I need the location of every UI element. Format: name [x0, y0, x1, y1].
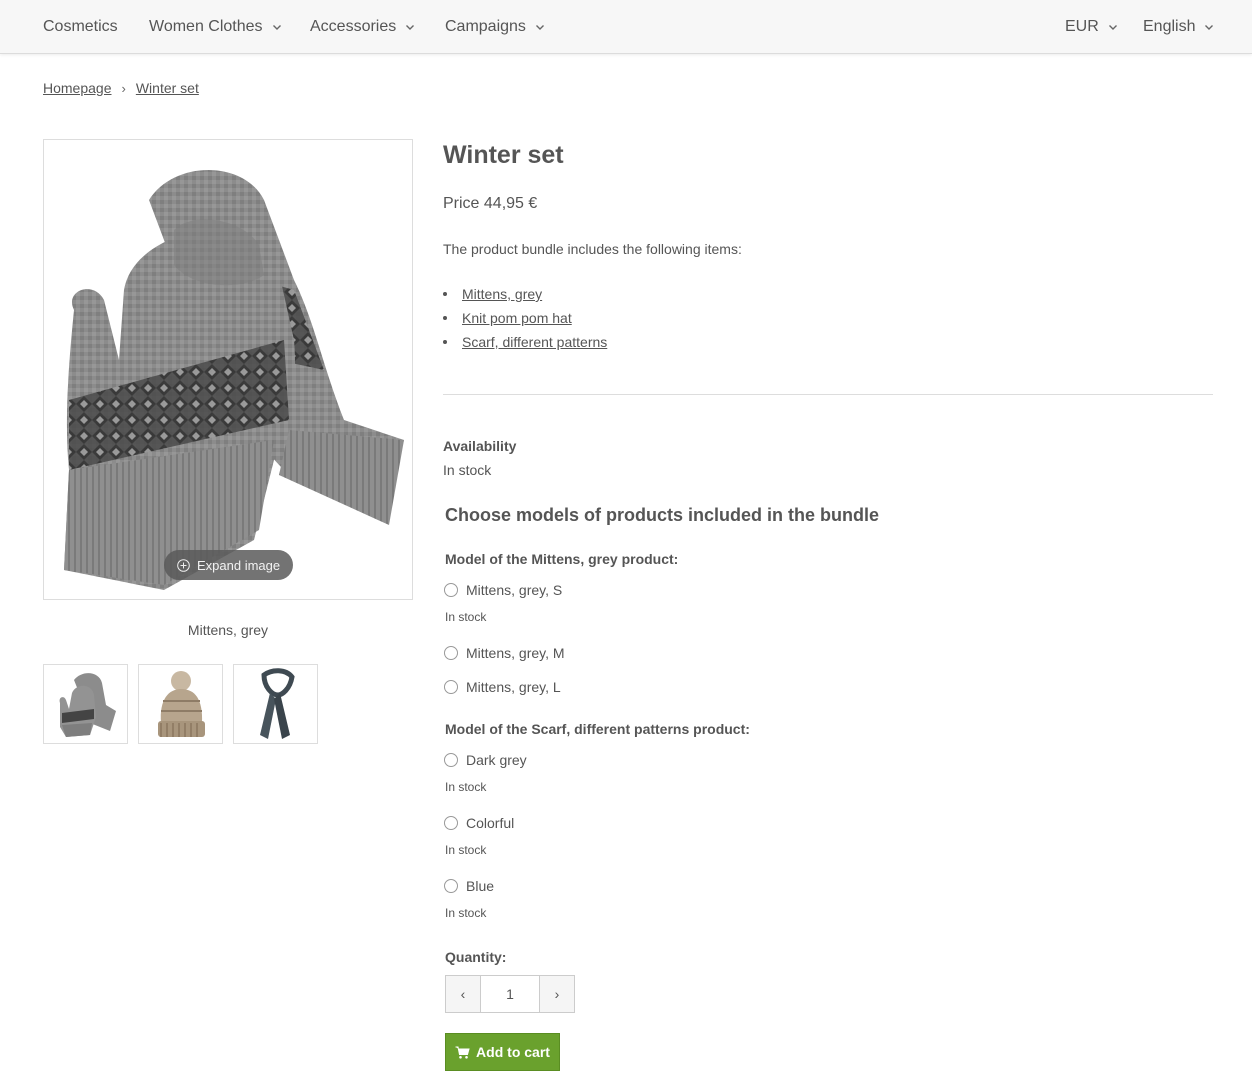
- nav-item-cosmetics[interactable]: Cosmetics: [43, 0, 118, 53]
- radio-button[interactable]: [444, 583, 458, 597]
- bundle-items-list: Mittens, grey Knit pom pom hat Scarf, di…: [443, 284, 607, 356]
- bundle-item-link-mittens[interactable]: Mittens, grey: [462, 286, 542, 302]
- list-item: Knit pom pom hat: [443, 308, 607, 332]
- currency-selector[interactable]: EUR: [1065, 0, 1119, 53]
- breadcrumb-current-link[interactable]: Winter set: [136, 80, 199, 96]
- option-label: Colorful: [466, 815, 515, 831]
- option-label: Mittens, grey, L: [466, 679, 561, 695]
- bundle-item-link-scarf[interactable]: Scarf, different patterns: [462, 334, 607, 350]
- language-label: English: [1143, 17, 1196, 35]
- radio-button[interactable]: [444, 646, 458, 660]
- list-item: Mittens, grey: [443, 284, 607, 308]
- expand-image-label: Expand image: [197, 557, 281, 573]
- option-label: Mittens, grey, M: [466, 645, 565, 661]
- chevron-right-icon: ›: [554, 986, 560, 1002]
- quantity-decrement-button[interactable]: ‹: [446, 976, 481, 1012]
- radio-button[interactable]: [444, 680, 458, 694]
- quantity-input[interactable]: [481, 976, 539, 1012]
- image-caption: Mittens, grey: [187, 622, 269, 638]
- product-price: Price 44,95 €: [443, 195, 538, 212]
- mittens-model-label: Model of the Mittens, grey product:: [445, 551, 679, 567]
- nav-item-label: Accessories: [310, 17, 397, 35]
- section-divider: [443, 394, 1213, 395]
- chevron-down-icon: [404, 21, 416, 33]
- expand-image-button[interactable]: Expand image: [164, 550, 293, 580]
- quantity-label: Quantity:: [445, 949, 507, 965]
- quantity-stepper: ‹ ›: [445, 975, 575, 1013]
- top-navigation: Cosmetics Women Clothes Accessories Camp…: [0, 0, 1252, 54]
- radio-button[interactable]: [444, 753, 458, 767]
- bundle-intro-text: The product bundle includes the followin…: [443, 241, 742, 257]
- nav-item-campaigns[interactable]: Campaigns: [445, 0, 546, 53]
- choose-models-heading: Choose models of products included in th…: [445, 505, 880, 525]
- breadcrumb-separator: ›: [121, 80, 126, 96]
- option-stock-status: In stock: [445, 780, 487, 794]
- mittens-option-l[interactable]: Mittens, grey, L: [444, 677, 561, 697]
- nav-item-women-clothes[interactable]: Women Clothes: [149, 0, 283, 53]
- mittens-option-m[interactable]: Mittens, grey, M: [444, 643, 565, 663]
- thumbnail-scarf[interactable]: [233, 664, 318, 744]
- option-stock-status: In stock: [445, 843, 487, 857]
- language-selector[interactable]: English: [1143, 0, 1215, 53]
- bundle-item-link-hat[interactable]: Knit pom pom hat: [462, 310, 572, 326]
- thumbnail-hat[interactable]: [138, 664, 223, 744]
- scarf-option-dark-grey[interactable]: Dark grey: [444, 750, 527, 770]
- option-stock-status: In stock: [445, 906, 487, 920]
- add-to-cart-button[interactable]: Add to cart: [445, 1033, 560, 1071]
- scarf-option-blue[interactable]: Blue: [444, 876, 494, 896]
- currency-label: EUR: [1065, 17, 1099, 35]
- scarf-option-colorful[interactable]: Colorful: [444, 813, 514, 833]
- availability-value: In stock: [443, 462, 492, 478]
- add-to-cart-label: Add to cart: [476, 1044, 550, 1060]
- product-title: Winter set: [443, 141, 564, 169]
- product-main-image[interactable]: [43, 139, 413, 600]
- scarf-icon: [260, 668, 295, 739]
- scarf-model-label: Model of the Scarf, different patterns p…: [445, 721, 750, 737]
- radio-button[interactable]: [444, 816, 458, 830]
- nav-item-label: Campaigns: [445, 17, 526, 35]
- list-item: Scarf, different patterns: [443, 332, 607, 356]
- mittens-option-s[interactable]: Mittens, grey, S: [444, 580, 562, 600]
- plus-circle-icon: [177, 558, 190, 572]
- chevron-down-icon: [271, 21, 283, 33]
- pom-pom-hat-icon: [158, 671, 205, 737]
- chevron-down-icon: [1203, 21, 1215, 33]
- breadcrumb: Homepage › Winter set: [43, 78, 199, 98]
- availability-label: Availability: [443, 438, 517, 454]
- radio-button[interactable]: [444, 879, 458, 893]
- nav-item-accessories[interactable]: Accessories: [310, 0, 416, 53]
- nav-item-label: Women Clothes: [149, 17, 263, 35]
- option-stock-status: In stock: [445, 610, 487, 624]
- cart-icon: [455, 1046, 470, 1059]
- chevron-left-icon: ‹: [460, 986, 466, 1002]
- breadcrumb-home-link[interactable]: Homepage: [43, 80, 112, 96]
- mittens-image: [64, 170, 404, 590]
- option-label: Dark grey: [466, 752, 527, 768]
- mittens-thumbnail-icon: [59, 673, 116, 737]
- quantity-increment-button[interactable]: ›: [539, 976, 574, 1012]
- option-label: Mittens, grey, S: [466, 582, 563, 598]
- chevron-down-icon: [534, 21, 546, 33]
- nav-item-label: Cosmetics: [43, 17, 118, 35]
- option-label: Blue: [466, 878, 495, 894]
- chevron-down-icon: [1107, 21, 1119, 33]
- thumbnail-mittens[interactable]: [43, 664, 128, 744]
